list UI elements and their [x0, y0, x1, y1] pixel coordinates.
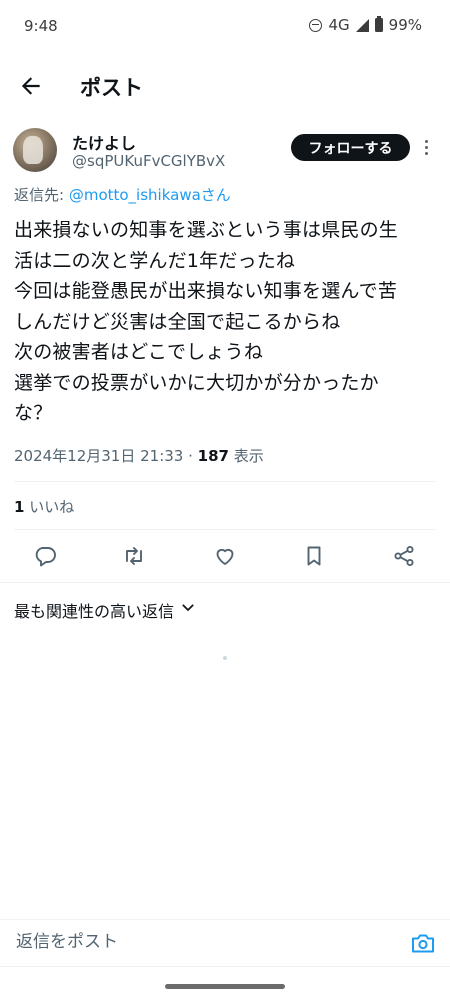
- camera-icon[interactable]: [410, 931, 436, 955]
- avatar[interactable]: [13, 128, 57, 172]
- reply-to-prefix: 返信先:: [14, 186, 69, 204]
- post-line: 選挙での投票がいかに大切かが分かったか: [14, 371, 379, 394]
- views-label: 表示: [228, 447, 264, 465]
- likes-stat[interactable]: 1 いいね: [14, 496, 74, 517]
- post-line: 今回は能登愚民が出来損ない知事を選んで苦: [14, 280, 398, 302]
- reply-to-mention[interactable]: @motto_ishikawaさん: [69, 186, 231, 204]
- post-meta: 2024年12月31日 21:33 · 187 表示: [14, 445, 264, 466]
- network-label: 4G: [328, 16, 350, 34]
- top-app-bar: ポスト: [0, 62, 450, 110]
- reply-input[interactable]: [14, 931, 378, 953]
- retweet-icon[interactable]: [122, 544, 146, 568]
- post-line: な？: [14, 402, 53, 424]
- action-bar: [0, 540, 450, 572]
- reply-sort-selector[interactable]: 最も関連性の高い返信: [14, 598, 196, 622]
- more-options-icon[interactable]: [420, 138, 432, 158]
- divider: [14, 529, 436, 530]
- follow-button[interactable]: フォローする: [291, 134, 410, 161]
- meta-separator: ·: [183, 447, 198, 465]
- post-line: 活は二の次と学んだ1年だったね: [14, 249, 296, 272]
- author-display-name[interactable]: たけよし: [72, 130, 136, 154]
- divider: [0, 966, 450, 967]
- likes-label: いいね: [24, 498, 75, 516]
- post-line: 次の被害者はどこでしょうね: [14, 341, 264, 363]
- page-title: ポスト: [80, 76, 143, 100]
- loading-indicator: [223, 656, 227, 660]
- gesture-nav-bar[interactable]: [165, 984, 285, 989]
- like-icon[interactable]: [213, 544, 237, 568]
- battery-level: 99%: [388, 16, 422, 34]
- post-text: 出来損ないの知事を選ぶという事は県民の生 活は二の次と学んだ1年だったね 今回は…: [14, 215, 439, 429]
- status-time: 9:48: [24, 17, 58, 35]
- share-icon[interactable]: [392, 544, 416, 568]
- reply-sort-label: 最も関連性の高い返信: [14, 602, 175, 621]
- bookmark-icon[interactable]: [302, 544, 326, 568]
- divider: [14, 481, 436, 482]
- post-timestamp: 2024年12月31日 21:33: [14, 447, 184, 465]
- views-count: 187: [197, 447, 229, 465]
- status-bar: 9:48 4G 99%: [0, 0, 450, 52]
- reply-to-line: 返信先: @motto_ishikawaさん: [14, 184, 231, 205]
- likes-count: 1: [14, 498, 25, 516]
- back-arrow-icon[interactable]: [18, 73, 44, 99]
- do-not-disturb-icon: [309, 18, 323, 32]
- battery-icon: [374, 16, 383, 32]
- reply-icon[interactable]: [33, 544, 57, 568]
- divider: [0, 582, 450, 583]
- post-line: しんだけど災害は全国で起こるからね: [14, 310, 341, 333]
- author-handle[interactable]: @sqPUKuFvCGlYBvX: [72, 152, 225, 170]
- signal-icon: [355, 18, 369, 32]
- status-icons: 4G 99%: [309, 16, 422, 34]
- post-line: 出来損ないの知事を選ぶという事は県民の生: [14, 219, 399, 241]
- reply-composer: [0, 919, 450, 967]
- chevron-down-icon: [180, 600, 196, 620]
